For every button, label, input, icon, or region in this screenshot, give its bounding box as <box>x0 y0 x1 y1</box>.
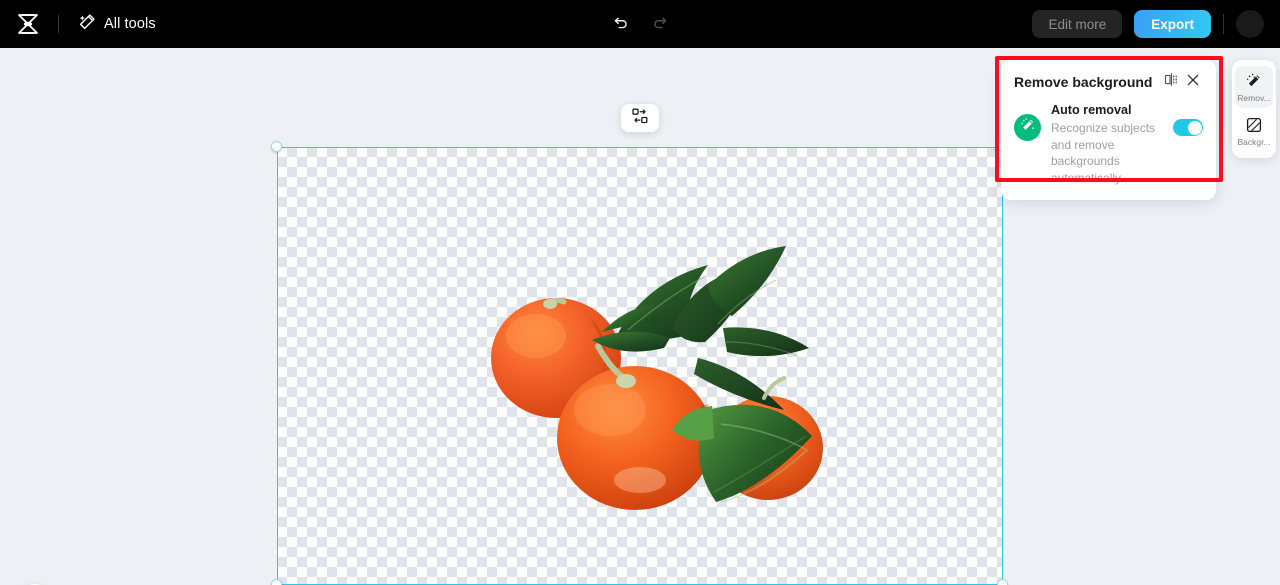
background-swatch-icon <box>1245 116 1263 134</box>
close-x-icon <box>1186 73 1200 92</box>
resize-handle-top-left[interactable] <box>271 141 282 152</box>
auto-removal-title: Auto removal <box>1051 103 1132 117</box>
rail-item-remove[interactable]: Remov... <box>1235 66 1273 108</box>
right-tool-rail: Remov... Backgr... <box>1232 60 1276 158</box>
auto-removal-toggle[interactable] <box>1173 119 1203 136</box>
rail-item-remove-label: Remov... <box>1237 93 1271 103</box>
all-tools-label: All tools <box>104 16 156 32</box>
close-panel-button[interactable] <box>1183 72 1203 92</box>
edit-more-button[interactable]: Edit more <box>1032 10 1123 38</box>
remove-background-panel[interactable]: Remove background Auto removal Recognize… <box>1001 60 1216 200</box>
auto-removal-option[interactable]: Auto removal Recognize subjects and remo… <box>1014 102 1203 186</box>
auto-removal-text: Auto removal Recognize subjects and remo… <box>1051 102 1163 186</box>
capcut-logo-button[interactable] <box>0 0 56 48</box>
replace-image-icon <box>632 108 648 129</box>
topbar-divider <box>58 15 59 33</box>
artboard-transparent-canvas[interactable] <box>277 147 1003 585</box>
app-root: All tools Edit more Export Remove backgr… <box>0 0 1280 585</box>
export-button[interactable]: Export <box>1134 10 1211 38</box>
history-controls <box>607 0 673 48</box>
avatar[interactable] <box>1236 10 1264 38</box>
undo-button[interactable] <box>607 10 635 38</box>
rail-item-background[interactable]: Backgr... <box>1235 110 1273 152</box>
toggle-knob <box>1187 120 1202 135</box>
auto-removal-badge <box>1014 114 1041 141</box>
redo-arrow-icon <box>651 13 668 35</box>
actions-divider <box>1223 14 1224 34</box>
compare-button[interactable] <box>1161 72 1181 92</box>
topbar-actions: Edit more Export <box>1032 0 1280 48</box>
replace-image-button[interactable] <box>621 104 659 132</box>
panel-title: Remove background <box>1014 74 1153 90</box>
magic-wand-icon <box>79 13 96 35</box>
top-bar: All tools Edit more Export <box>0 0 1280 48</box>
panel-header: Remove background <box>1014 72 1203 92</box>
compare-split-icon <box>1164 72 1179 92</box>
auto-removal-description: Recognize subjects and remove background… <box>1051 121 1156 185</box>
capcut-logo-icon <box>16 13 40 35</box>
resize-handle-bottom-left[interactable] <box>271 579 282 585</box>
all-tools-button[interactable]: All tools <box>79 0 156 48</box>
rail-item-background-label: Backgr... <box>1237 137 1271 147</box>
undo-arrow-icon <box>613 13 630 35</box>
magic-wand-icon <box>1020 117 1036 138</box>
resize-handle-bottom-right[interactable] <box>997 579 1008 585</box>
magic-wand-remove-icon <box>1245 72 1263 90</box>
redo-button[interactable] <box>645 10 673 38</box>
